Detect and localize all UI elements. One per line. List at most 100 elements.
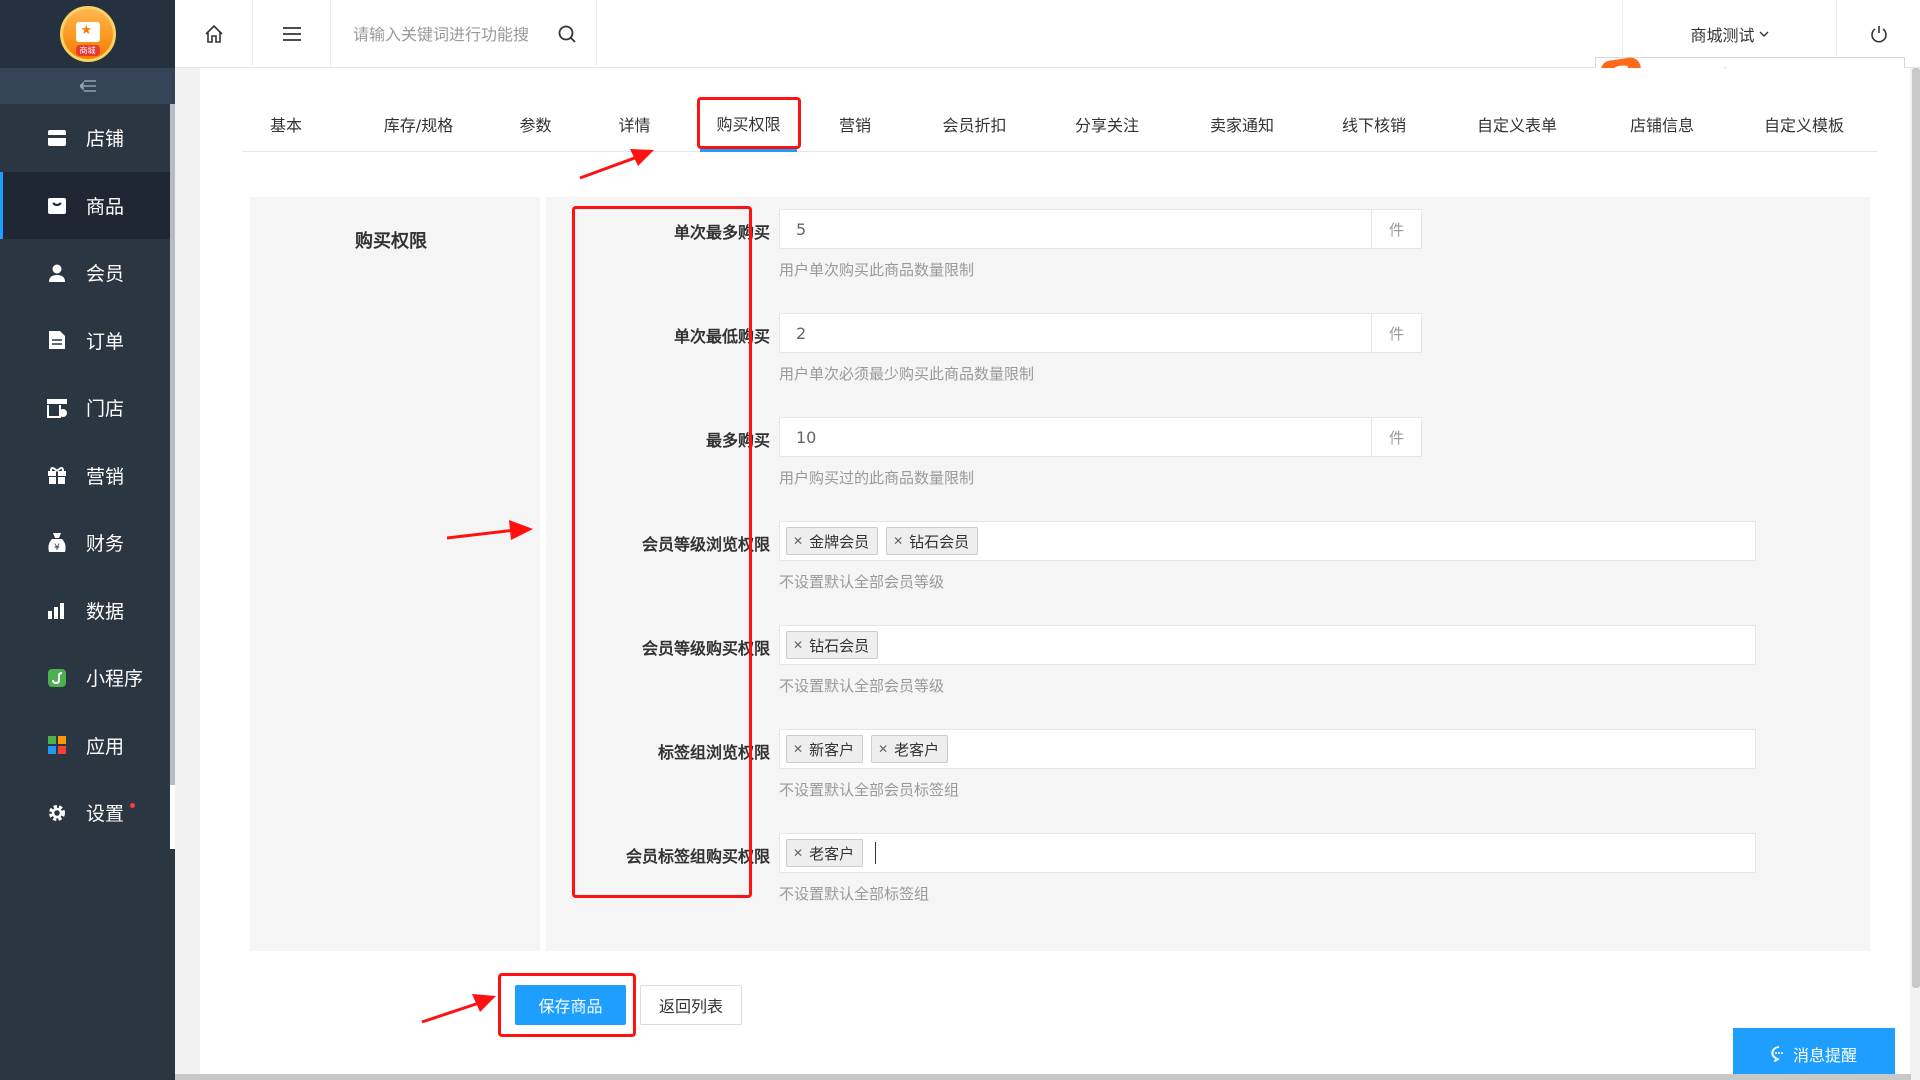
home-button[interactable]	[175, 0, 253, 68]
sidebar-scrollbar-thumb[interactable]	[170, 785, 175, 849]
search-bar	[331, 0, 597, 68]
product-icon	[46, 194, 68, 216]
sidebar-item-marketing[interactable]: 营销	[0, 442, 175, 510]
tag-label: 金牌会员	[809, 532, 870, 551]
sidebar-item-label: 门店	[86, 398, 125, 421]
sidebar-item-data[interactable]: 数据	[0, 577, 175, 645]
tab-custom-template[interactable]: 自定义模板	[1739, 96, 1869, 152]
sidebar-scrollbar[interactable]	[170, 104, 175, 849]
member-icon	[46, 262, 68, 284]
save-product-button[interactable]: 保存商品	[515, 985, 626, 1025]
field-hint: 用户单次必须最少购买此商品数量限制	[779, 365, 1035, 383]
tag-label: 钻石会员	[909, 532, 970, 551]
sidebar-item-label: 数据	[86, 600, 125, 623]
back-to-list-button[interactable]: 返回列表	[640, 985, 742, 1025]
sidebar-item-finance[interactable]: ¥ 财务	[0, 509, 175, 577]
tab-member-discount[interactable]: 会员折扣	[922, 96, 1027, 152]
main-panel: 基本 库存/规格 参数 详情 购买权限 营销 会员折扣 分享关注 卖家通知 线下…	[200, 68, 1910, 1080]
tag-chip: ✕ 老客户	[871, 735, 949, 763]
chart-icon	[46, 599, 68, 621]
tab-custom-form[interactable]: 自定义表单	[1452, 96, 1582, 152]
sidebar-item-label: 小程序	[86, 668, 144, 691]
brand-logo[interactable]: 商城	[59, 6, 116, 62]
max-single-input[interactable]	[780, 210, 1371, 248]
remove-tag-icon[interactable]: ✕	[878, 742, 888, 756]
sidebar-item-apps[interactable]: 应用	[0, 712, 175, 780]
remove-tag-icon[interactable]: ✕	[793, 638, 803, 652]
horizontal-scrollbar[interactable]	[175, 1074, 1911, 1080]
hamburger-icon	[282, 27, 301, 41]
level-browse-select[interactable]: ✕ 金牌会员 ✕ 钻石会员	[779, 521, 1756, 561]
tag-chip: ✕ 钻石会员	[786, 631, 879, 659]
unit-label: 件	[1371, 314, 1421, 352]
search-icon[interactable]	[557, 24, 577, 44]
remove-tag-icon[interactable]: ✕	[793, 534, 803, 548]
sidebar-item-settings[interactable]: 设置	[0, 779, 175, 847]
min-single-input[interactable]	[780, 314, 1371, 352]
sidebar-item-label: 营销	[86, 465, 125, 488]
message-reminder-button[interactable]: 消息提醒	[1733, 1028, 1895, 1080]
sidebar-item-store[interactable]: 店铺	[0, 104, 175, 172]
order-icon	[46, 329, 68, 351]
remove-tag-icon[interactable]: ✕	[793, 846, 803, 860]
field-hint: 用户购买过的此商品数量限制	[779, 469, 975, 487]
field-hint: 不设置默认全部会员等级	[779, 677, 945, 695]
tab-stock-spec[interactable]: 库存/规格	[362, 96, 475, 152]
store-icon	[46, 127, 68, 149]
group-browse-select[interactable]: ✕ 新客户 ✕ 老客户	[779, 729, 1756, 769]
level-buy-select[interactable]: ✕ 钻石会员	[779, 625, 1756, 665]
tab-highlight-box	[697, 97, 801, 149]
menu-button[interactable]	[253, 0, 331, 68]
sidebar-item-shop[interactable]: 门店	[0, 374, 175, 442]
sidebar-item-label: 设置	[86, 803, 125, 826]
logo-text: 商城	[75, 45, 100, 56]
chevron-down-icon	[1759, 31, 1768, 37]
tag-chip: ✕ 新客户	[786, 735, 864, 763]
tag-chip: ✕ 钻石会员	[886, 527, 979, 555]
gear-icon	[46, 802, 68, 824]
tab-seller-notify[interactable]: 卖家通知	[1187, 96, 1297, 152]
max-total-input-box: 件	[779, 417, 1422, 457]
sidebar-collapse-button[interactable]	[0, 68, 175, 104]
tab-offline-verify[interactable]: 线下核销	[1319, 96, 1429, 152]
tab-params[interactable]: 参数	[498, 96, 573, 152]
remove-tag-icon[interactable]: ✕	[893, 534, 903, 548]
tab-share-follow[interactable]: 分享关注	[1052, 96, 1162, 152]
tag-label: 钻石会员	[809, 636, 870, 655]
unit-label: 件	[1371, 418, 1421, 456]
chat-bubble-icon	[1771, 1046, 1783, 1062]
field-hint: 不设置默认全部会员标签组	[779, 781, 960, 799]
search-input[interactable]	[353, 24, 553, 44]
shop-icon	[46, 397, 68, 419]
group-buy-select[interactable]: ✕ 老客户	[779, 833, 1756, 873]
tab-basic[interactable]: 基本	[242, 96, 330, 152]
sidebar-item-miniprogram[interactable]: 小程序	[0, 644, 175, 712]
text-cursor	[875, 842, 877, 864]
power-icon	[1870, 26, 1887, 43]
tag-chip: ✕ 老客户	[786, 839, 864, 867]
sidebar-item-label: 商品	[86, 195, 125, 218]
sidebar-item-label: 应用	[86, 735, 125, 758]
page-scrollbar[interactable]	[1912, 68, 1920, 988]
tag-label: 老客户	[894, 740, 940, 759]
sidebar-item-product[interactable]: 商品	[0, 171, 175, 239]
product-tabs: 基本 库存/规格 参数 详情 购买权限 营销 会员折扣 分享关注 卖家通知 线下…	[242, 96, 1877, 152]
apps-icon	[46, 734, 68, 756]
arrow-annotation-icon	[579, 149, 654, 180]
remove-tag-icon[interactable]: ✕	[793, 742, 803, 756]
max-single-input-box: 件	[779, 209, 1422, 249]
tab-detail[interactable]: 详情	[597, 96, 672, 152]
field-hint: 不设置默认全部标签组	[779, 885, 930, 903]
notification-dot	[130, 803, 135, 808]
sidebar-item-order[interactable]: 订单	[0, 307, 175, 375]
shopping-bag-icon	[75, 22, 100, 42]
min-single-input-box: 件	[779, 313, 1422, 353]
collapse-menu-icon	[79, 80, 96, 92]
tab-store-info[interactable]: 店铺信息	[1607, 96, 1717, 152]
tab-marketing[interactable]: 营销	[822, 96, 888, 152]
max-total-input[interactable]	[780, 418, 1371, 456]
miniprogram-icon	[46, 667, 68, 689]
svg-text:¥: ¥	[54, 543, 60, 553]
money-bag-icon: ¥	[46, 532, 68, 554]
sidebar-item-member[interactable]: 会员	[0, 239, 175, 307]
